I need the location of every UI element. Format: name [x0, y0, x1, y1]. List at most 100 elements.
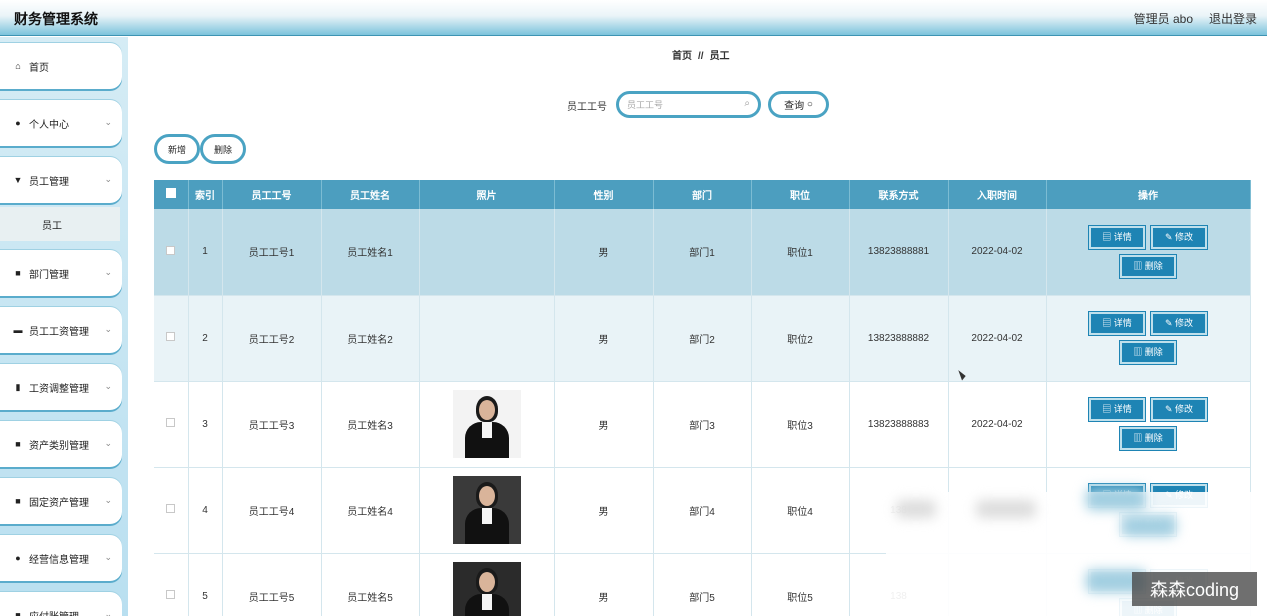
employee-photo [452, 562, 521, 616]
cell-gender: 男 [554, 209, 654, 296]
query-button[interactable]: 查询 ○ [768, 91, 829, 118]
row-select-cell[interactable] [154, 295, 189, 382]
header-gender: 性别 [554, 180, 654, 209]
detail-button[interactable]: ▤ 详情 [1089, 312, 1145, 335]
employee-photo [452, 390, 521, 458]
sidebar-item-label: 部门管理 [29, 269, 69, 281]
row-checkbox[interactable] [166, 245, 176, 255]
cell-position: 职位3 [751, 381, 850, 468]
cell-position: 职位1 [751, 209, 850, 296]
select-all-cell[interactable] [154, 180, 189, 209]
cell-emp-no: 员工工号2 [222, 295, 322, 382]
chevron-down-icon: ⌄ [104, 609, 112, 616]
sidebar-item-label: 经营信息管理 [29, 554, 89, 566]
cell-position: 职位2 [751, 295, 850, 382]
search-input[interactable] [627, 97, 742, 113]
delete-button[interactable]: 删除 [200, 134, 246, 164]
header-position: 职位 [751, 180, 850, 209]
cell-name: 员工姓名1 [321, 209, 420, 296]
header-phone: 联系方式 [849, 180, 949, 209]
row-delete-button[interactable]: ▥ 删除 [1120, 341, 1176, 364]
sidebar-item[interactable]: ▬ 员工工资管理 ⌄ [0, 307, 122, 353]
chevron-down-icon: ⌄ [104, 324, 112, 334]
header-dept: 部门 [653, 180, 752, 209]
table-header-row: 索引 员工工号 员工姓名 照片 性别 部门 职位 联系方式 入职时间 操作 [154, 180, 1251, 209]
cell-dept: 部门1 [653, 209, 752, 296]
sidebar-item[interactable]: ■ 资产类别管理 ⌄ [0, 421, 122, 467]
document-icon: ▤ [1102, 231, 1114, 242]
table-row[interactable]: 1 员工工号1 员工姓名1 男部门1 职位1 13823888881 2022-04-02 ▤… [154, 209, 1251, 296]
sidebar-item[interactable]: ● 经营信息管理 ⌄ [0, 535, 122, 581]
add-button[interactable]: 新增 [154, 134, 200, 164]
row-select-cell[interactable] [154, 467, 189, 554]
cell-position: 职位4 [751, 467, 850, 554]
edit-button[interactable]: ✎ 修改 [1151, 398, 1207, 421]
cell-date: 2022-04-02 [948, 381, 1047, 468]
detail-button[interactable]: ▤ 详情 [1089, 398, 1145, 421]
chevron-down-icon: ⌄ [104, 174, 112, 184]
row-select-cell[interactable] [154, 209, 189, 296]
row-checkbox[interactable] [166, 418, 176, 427]
home-icon: ⌂ [15, 61, 21, 71]
cell-name: 员工姓名4 [321, 467, 420, 554]
edit-button[interactable]: ✎ 修改 [1151, 225, 1207, 249]
trash-icon: ▥ [1133, 347, 1145, 357]
document-icon: ▤ [1102, 404, 1114, 414]
table-row[interactable]: 2 员工工号2 员工姓名2 男部门2 职位2 13823888882 2022-04-02 ▤… [154, 295, 1251, 382]
sidebar-item[interactable]: ■ 部门管理 ⌄ [0, 250, 122, 296]
cell-emp-no: 员工工号4 [222, 467, 322, 554]
bulb-icon: ● [15, 553, 21, 563]
row-checkbox[interactable] [166, 590, 176, 599]
sidebar: ⌂ 首页 ● 个人中心 ⌄ ▼ 员工管理 ⌄ ■ 部门管理 ⌄ ▬ 员工工资管理 ⌄ ▮ 工资调整管理 ⌄ ■ 资产… [0, 37, 128, 616]
cell-phone: 13823888883 [849, 381, 949, 468]
cell-photo [419, 381, 555, 468]
row-select-cell[interactable] [154, 381, 189, 468]
cell-photo [419, 553, 555, 616]
grid-icon: ■ [15, 268, 21, 278]
row-checkbox[interactable] [166, 504, 176, 513]
cell-phone: 13823888882 [849, 295, 949, 382]
watermark: 森森coding [1132, 572, 1257, 606]
chevron-down-icon: ⌄ [104, 267, 112, 277]
pencil-icon: ✎ [1164, 404, 1176, 414]
sidebar-item[interactable]: ⌂ 首页 [0, 43, 122, 89]
query-button-label: 查询 [784, 101, 805, 112]
sidebar-item[interactable]: ▼ 员工管理 ⌄ [0, 157, 122, 203]
sidebar-subitem-employee[interactable]: 员工 [0, 207, 120, 241]
sidebar-item[interactable]: ■ 应付账管理 ⌄ [0, 592, 122, 616]
cell-actions: ▤ 详情✎ 修改 ▥ 删除 [1046, 209, 1251, 296]
table-row[interactable]: 3 员工工号3 员工姓名3 男部门3 职位3 13823888883 2022-04-02 ▤… [154, 381, 1251, 468]
chevron-down-icon: ⌄ [104, 552, 112, 562]
row-delete-button[interactable]: ▥ 删除 [1120, 254, 1176, 278]
breadcrumb-home[interactable]: 首页 [672, 51, 692, 62]
sidebar-item-label: 个人中心 [29, 119, 69, 131]
detail-button[interactable]: ▤ 详情 [1089, 225, 1145, 249]
row-delete-button[interactable]: ▥ 删除 [1120, 427, 1176, 450]
briefcase-icon: ▬ [13, 325, 23, 335]
bar-chart-icon: ▮ [15, 381, 21, 392]
app-title: 财务管理系统 [14, 11, 98, 27]
edit-button-label: 修改 [1175, 318, 1194, 328]
sidebar-item-label: 应付账管理 [29, 608, 79, 616]
pencil-icon: ✎ [1164, 231, 1176, 242]
edit-button[interactable]: ✎ 修改 [1151, 312, 1207, 335]
cell-gender: 男 [554, 553, 654, 616]
cell-name: 员工姓名5 [321, 553, 420, 616]
logout-link[interactable]: 退出登录 [1209, 10, 1257, 27]
pencil-icon: ✎ [1164, 318, 1176, 328]
chevron-down-icon: ⌄ [104, 117, 112, 127]
cell-gender: 男 [554, 381, 654, 468]
cell-name: 员工姓名2 [321, 295, 420, 382]
grid-icon: ■ [15, 610, 21, 616]
sidebar-item[interactable]: ▮ 工资调整管理 ⌄ [0, 364, 122, 410]
cell-index: 5 [188, 553, 223, 616]
cell-emp-no: 员工工号3 [222, 381, 322, 468]
chevron-down-icon: ⌄ [104, 495, 112, 505]
sidebar-item[interactable]: ● 个人中心 ⌄ [0, 100, 122, 146]
sidebar-item[interactable]: ■ 固定资产管理 ⌄ [0, 478, 122, 524]
detail-button-label: 详情 [1113, 318, 1132, 328]
header-date: 入职时间 [948, 180, 1047, 209]
row-checkbox[interactable] [166, 332, 176, 341]
select-all-checkbox[interactable] [165, 188, 176, 198]
row-select-cell[interactable] [154, 553, 189, 616]
